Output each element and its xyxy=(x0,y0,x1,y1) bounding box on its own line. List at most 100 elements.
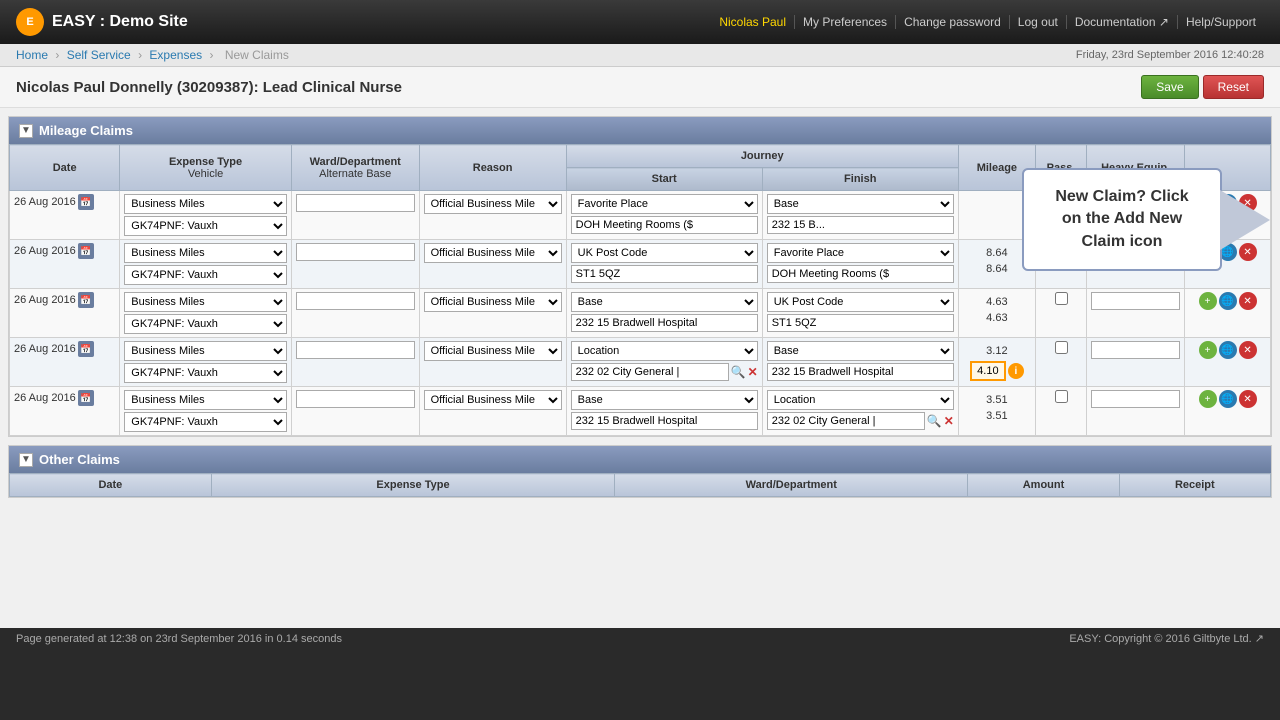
expense-type-select[interactable]: Business Miles xyxy=(124,194,287,214)
start-type-select[interactable]: UK Post Code xyxy=(571,243,758,263)
search-icon[interactable]: 🔍 xyxy=(927,414,942,428)
start-value-input[interactable] xyxy=(571,363,729,381)
calendar-icon[interactable]: 📅 xyxy=(78,341,94,357)
globe-icon[interactable]: 🌐 xyxy=(1219,341,1237,359)
reason-select[interactable]: Official Business Mile xyxy=(424,292,562,312)
add-icon[interactable]: + xyxy=(1199,292,1217,310)
vehicle-select[interactable]: GK74PNF: Vauxh xyxy=(124,216,287,236)
calendar-icon[interactable]: 📅 xyxy=(78,292,94,308)
start-value-input[interactable] xyxy=(571,265,758,283)
logo-letter: E xyxy=(26,16,33,28)
delete-icon[interactable]: ✕ xyxy=(1239,341,1257,359)
clear-icon[interactable]: ✕ xyxy=(748,365,758,379)
calendar-icon[interactable]: 📅 xyxy=(78,243,94,259)
finish-type-select[interactable]: UK Post Code xyxy=(767,292,954,312)
breadcrumb: Home › Self Service › Expenses › New Cla… xyxy=(16,48,293,62)
callout-box: New Claim? Click on the Add New Claim ic… xyxy=(1022,168,1222,271)
nav-help[interactable]: Help/Support xyxy=(1178,15,1264,29)
breadcrumb-self-service[interactable]: Self Service xyxy=(67,48,131,62)
ward-input[interactable] xyxy=(296,292,415,310)
globe-icon[interactable]: 🌐 xyxy=(1219,292,1237,310)
start-type-select[interactable]: Base xyxy=(571,292,758,312)
top-bar: E EASY : Demo Site Nicolas Paul My Prefe… xyxy=(0,0,1280,44)
nav-preferences[interactable]: My Preferences xyxy=(795,15,896,29)
footer: Page generated at 12:38 on 23rd Septembe… xyxy=(0,628,1280,649)
expense-type-select[interactable]: Business Miles xyxy=(124,243,287,263)
add-icon[interactable]: + xyxy=(1199,390,1217,408)
reason-select[interactable]: Official Business Mile xyxy=(424,243,562,263)
other-toggle[interactable]: ▼ xyxy=(19,453,33,467)
vehicle-select[interactable]: GK74PNF: Vauxh xyxy=(124,363,287,383)
table-row: 26 Aug 2016 📅 Business Miles GK74PNF: Va… xyxy=(10,338,1271,387)
mileage-toggle[interactable]: ▼ xyxy=(19,124,33,138)
reset-button[interactable]: Reset xyxy=(1203,75,1264,99)
page-header: Nicolas Paul Donnelly (30209387): Lead C… xyxy=(0,67,1280,108)
finish-type-select[interactable]: Favorite Place xyxy=(767,243,954,263)
start-type-select[interactable]: Favorite Place xyxy=(571,194,758,214)
table-row: 26 Aug 2016 📅 Business Miles GK74PNF: Va… xyxy=(10,387,1271,436)
expense-type-select[interactable]: Business Miles xyxy=(124,390,287,410)
other-col-ward: Ward/Department xyxy=(615,474,968,497)
expense-type-select[interactable]: Business Miles xyxy=(124,341,287,361)
vehicle-select[interactable]: GK74PNF: Vauxh xyxy=(124,314,287,334)
other-section-title: Other Claims xyxy=(39,452,120,467)
other-col-amount: Amount xyxy=(968,474,1119,497)
ward-input[interactable] xyxy=(296,390,415,408)
expense-type-select[interactable]: Business Miles xyxy=(124,292,287,312)
finish-value-input[interactable] xyxy=(767,265,954,283)
nav-username[interactable]: Nicolas Paul xyxy=(711,15,795,29)
delete-icon[interactable]: ✕ xyxy=(1239,390,1257,408)
delete-icon[interactable]: ✕ xyxy=(1239,292,1257,310)
reason-select[interactable]: Official Business Mile xyxy=(424,194,562,214)
date-label: 26 Aug 2016 xyxy=(14,245,76,257)
pass-checkbox[interactable] xyxy=(1055,390,1068,403)
table-row: 26 Aug 2016 📅 Business Miles GK74PNF: Va… xyxy=(10,289,1271,338)
start-type-select[interactable]: Location xyxy=(571,341,758,361)
save-button[interactable]: Save xyxy=(1141,75,1198,99)
vehicle-select[interactable]: GK74PNF: Vauxh xyxy=(124,265,287,285)
start-type-select[interactable]: Base xyxy=(571,390,758,410)
start-value-input[interactable] xyxy=(571,216,758,234)
date-label: 26 Aug 2016 xyxy=(14,392,76,404)
breadcrumb-home[interactable]: Home xyxy=(16,48,48,62)
ward-input[interactable] xyxy=(296,243,415,261)
start-value-input[interactable] xyxy=(571,412,758,430)
search-icon[interactable]: 🔍 xyxy=(731,365,746,379)
heavy-equip-input[interactable] xyxy=(1091,341,1180,359)
finish-type-select[interactable]: Base xyxy=(767,194,954,214)
info-icon[interactable]: i xyxy=(1008,363,1024,379)
reason-select[interactable]: Official Business Mile xyxy=(424,390,562,410)
globe-icon[interactable]: 🌐 xyxy=(1219,390,1237,408)
mileage-override-input[interactable] xyxy=(970,361,1006,381)
finish-type-select[interactable]: Location xyxy=(767,390,954,410)
finish-value-input[interactable] xyxy=(767,314,954,332)
add-icon[interactable]: + xyxy=(1199,341,1217,359)
breadcrumb-expenses[interactable]: Expenses xyxy=(149,48,202,62)
calendar-icon[interactable]: 📅 xyxy=(78,194,94,210)
nav-documentation[interactable]: Documentation ↗ xyxy=(1067,15,1178,29)
pass-checkbox[interactable] xyxy=(1055,341,1068,354)
other-col-receipt: Receipt xyxy=(1119,474,1270,497)
ward-input[interactable] xyxy=(296,341,415,359)
finish-value-input[interactable] xyxy=(767,216,954,234)
finish-value-input[interactable] xyxy=(767,363,954,381)
nav-logout[interactable]: Log out xyxy=(1010,15,1067,29)
heavy-equip-input[interactable] xyxy=(1091,390,1180,408)
reason-select[interactable]: Official Business Mile xyxy=(424,341,562,361)
nav-change-password[interactable]: Change password xyxy=(896,15,1010,29)
finish-value-input[interactable] xyxy=(767,412,925,430)
date-label: 26 Aug 2016 xyxy=(14,343,76,355)
clear-icon[interactable]: ✕ xyxy=(944,414,954,428)
finish-type-select[interactable]: Base xyxy=(767,341,954,361)
col-start: Start xyxy=(566,168,762,191)
callout-text: New Claim? Click on the Add New Claim ic… xyxy=(1055,188,1188,250)
heavy-equip-input[interactable] xyxy=(1091,292,1180,310)
ward-input[interactable] xyxy=(296,194,415,212)
mileage-section-header: ▼ Mileage Claims xyxy=(9,117,1271,144)
vehicle-select[interactable]: GK74PNF: Vauxh xyxy=(124,412,287,432)
start-value-input[interactable] xyxy=(571,314,758,332)
pass-checkbox[interactable] xyxy=(1055,292,1068,305)
callout-overlay: New Claim? Click on the Add New Claim ic… xyxy=(1022,168,1270,271)
action-buttons: Save Reset xyxy=(1141,75,1264,99)
calendar-icon[interactable]: 📅 xyxy=(78,390,94,406)
